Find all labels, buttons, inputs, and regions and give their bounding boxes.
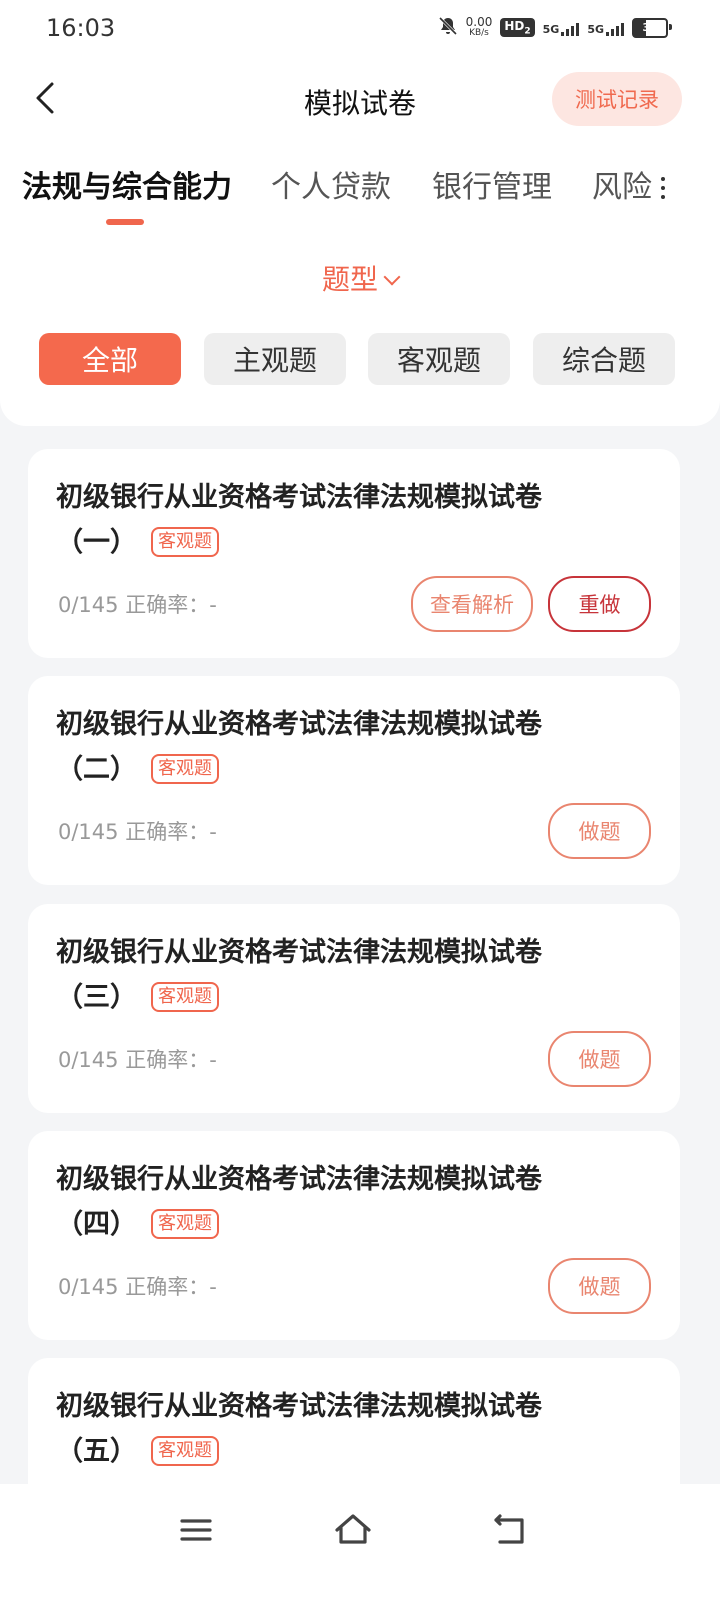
signal-1: 5G bbox=[543, 20, 580, 36]
net-speed-unit: KB/s bbox=[469, 27, 489, 38]
start-quiz-button[interactable]: 做题 bbox=[548, 803, 651, 859]
tab-regulations[interactable]: 法规与综合能力 bbox=[22, 162, 232, 206]
signal-2: 5G bbox=[587, 20, 624, 36]
question-type-label: 题型 bbox=[321, 263, 378, 296]
paper-title: 初级银行从业资格考试法律法规模拟试卷 （二） 客观题 bbox=[56, 702, 646, 792]
paper-accuracy: 正确率：- bbox=[125, 1048, 217, 1072]
tab-indicator bbox=[106, 219, 144, 225]
vertical-dots-icon[interactable] bbox=[660, 177, 666, 199]
view-analysis-button[interactable]: 查看解析 bbox=[411, 576, 533, 632]
paper-card[interactable]: 初级银行从业资格考试法律法规模拟试卷 （二） 客观题 0/145 正确率：- 做题 bbox=[28, 676, 680, 885]
paper-number: （五） bbox=[56, 1436, 137, 1467]
paper-title: 初级银行从业资格考试法律法规模拟试卷 （五） 客观题 bbox=[56, 1384, 646, 1474]
tab-personal-loan[interactable]: 个人贷款 bbox=[271, 162, 391, 206]
filter-all[interactable]: 全部 bbox=[39, 333, 181, 385]
filter-chips: 全部 主观题 客观题 综合题 bbox=[0, 333, 720, 385]
redo-button[interactable]: 重做 bbox=[548, 576, 651, 632]
tab-bank-management[interactable]: 银行管理 bbox=[432, 162, 552, 206]
net-speed-value: 0.00 bbox=[465, 14, 493, 29]
filter-subjective[interactable]: 主观题 bbox=[204, 333, 346, 385]
paper-title-text: 初级银行从业资格考试法律法规模拟试卷 bbox=[56, 1391, 542, 1422]
system-nav-bar bbox=[0, 1484, 720, 1600]
signal-bars-icon bbox=[561, 20, 580, 36]
status-icons: 0.00 KB/s HD2 5G 5G 39 bbox=[438, 14, 672, 39]
paper-number: （四） bbox=[56, 1209, 137, 1240]
question-type-selector[interactable]: 题型 bbox=[0, 258, 720, 298]
status-time: 16:03 bbox=[46, 14, 116, 42]
signal-2-label: 5G bbox=[587, 22, 604, 36]
battery-icon: 39 bbox=[632, 17, 672, 38]
battery-level: 39 bbox=[642, 21, 658, 34]
paper-type-tag: 客观题 bbox=[151, 1435, 219, 1466]
paper-title: 初级银行从业资格考试法律法规模拟试卷 （一） 客观题 bbox=[56, 475, 646, 565]
paper-title-text: 初级银行从业资格考试法律法规模拟试卷 bbox=[56, 937, 542, 968]
hd-sub: 2 bbox=[524, 26, 531, 37]
paper-title-text: 初级银行从业资格考试法律法规模拟试卷 bbox=[56, 482, 542, 513]
paper-title: 初级银行从业资格考试法律法规模拟试卷 （四） 客观题 bbox=[56, 1157, 646, 1247]
menu-icon[interactable] bbox=[176, 1510, 216, 1550]
paper-card[interactable]: 初级银行从业资格考试法律法规模拟试卷 （三） 客观题 0/145 正确率：- 做题 bbox=[28, 904, 680, 1113]
paper-stats: 0/145 正确率：- bbox=[58, 589, 217, 619]
paper-card[interactable]: 初级银行从业资格考试法律法规模拟试卷 （四） 客观题 0/145 正确率：- 做题 bbox=[28, 1131, 680, 1340]
paper-progress: 0/145 bbox=[58, 593, 119, 617]
paper-type-tag: 客观题 bbox=[151, 1208, 219, 1239]
paper-number: （二） bbox=[56, 754, 137, 785]
hd-badge: HD2 bbox=[500, 17, 535, 38]
paper-type-tag: 客观题 bbox=[151, 526, 219, 557]
net-speed: 0.00 KB/s bbox=[465, 14, 493, 39]
paper-accuracy: 正确率：- bbox=[125, 820, 217, 844]
paper-stats: 0/145 正确率：- bbox=[58, 816, 217, 846]
paper-stats: 0/145 正确率：- bbox=[58, 1271, 217, 1301]
tab-risk[interactable]: 风险 bbox=[592, 162, 652, 206]
filter-comprehensive[interactable]: 综合题 bbox=[533, 333, 675, 385]
paper-type-tag: 客观题 bbox=[151, 981, 219, 1012]
paper-accuracy: 正确率：- bbox=[125, 1275, 217, 1299]
paper-card[interactable]: 初级银行从业资格考试法律法规模拟试卷 （一） 客观题 0/145 正确率：- 查看… bbox=[28, 449, 680, 658]
hd-label: HD bbox=[504, 18, 525, 33]
paper-progress: 0/145 bbox=[58, 820, 119, 844]
status-bar: 16:03 0.00 KB/s HD2 5G 5G 39 bbox=[0, 0, 720, 56]
paper-accuracy: 正确率：- bbox=[125, 593, 217, 617]
paper-title-text: 初级银行从业资格考试法律法规模拟试卷 bbox=[56, 1164, 542, 1195]
paper-number: （三） bbox=[56, 982, 137, 1013]
back-return-icon[interactable] bbox=[490, 1510, 530, 1550]
category-tabs: 法规与综合能力 个人贷款 银行管理 风险 bbox=[0, 162, 720, 212]
paper-type-tag: 客观题 bbox=[151, 753, 219, 784]
mute-bell-icon bbox=[438, 16, 458, 39]
home-icon[interactable] bbox=[333, 1510, 373, 1550]
test-record-button[interactable]: 测试记录 bbox=[552, 72, 682, 126]
signal-bars-icon bbox=[606, 20, 624, 36]
start-quiz-button[interactable]: 做题 bbox=[548, 1031, 651, 1087]
paper-title: 初级银行从业资格考试法律法规模拟试卷 （三） 客观题 bbox=[56, 930, 646, 1020]
paper-title-text: 初级银行从业资格考试法律法规模拟试卷 bbox=[56, 709, 542, 740]
paper-progress: 0/145 bbox=[58, 1275, 119, 1299]
paper-progress: 0/145 bbox=[58, 1048, 119, 1072]
signal-1-label: 5G bbox=[542, 22, 560, 36]
paper-number: （一） bbox=[56, 527, 137, 558]
filter-objective[interactable]: 客观题 bbox=[368, 333, 510, 385]
paper-stats: 0/145 正确率：- bbox=[58, 1044, 217, 1074]
start-quiz-button[interactable]: 做题 bbox=[548, 1258, 651, 1314]
chevron-down-icon bbox=[383, 268, 401, 286]
